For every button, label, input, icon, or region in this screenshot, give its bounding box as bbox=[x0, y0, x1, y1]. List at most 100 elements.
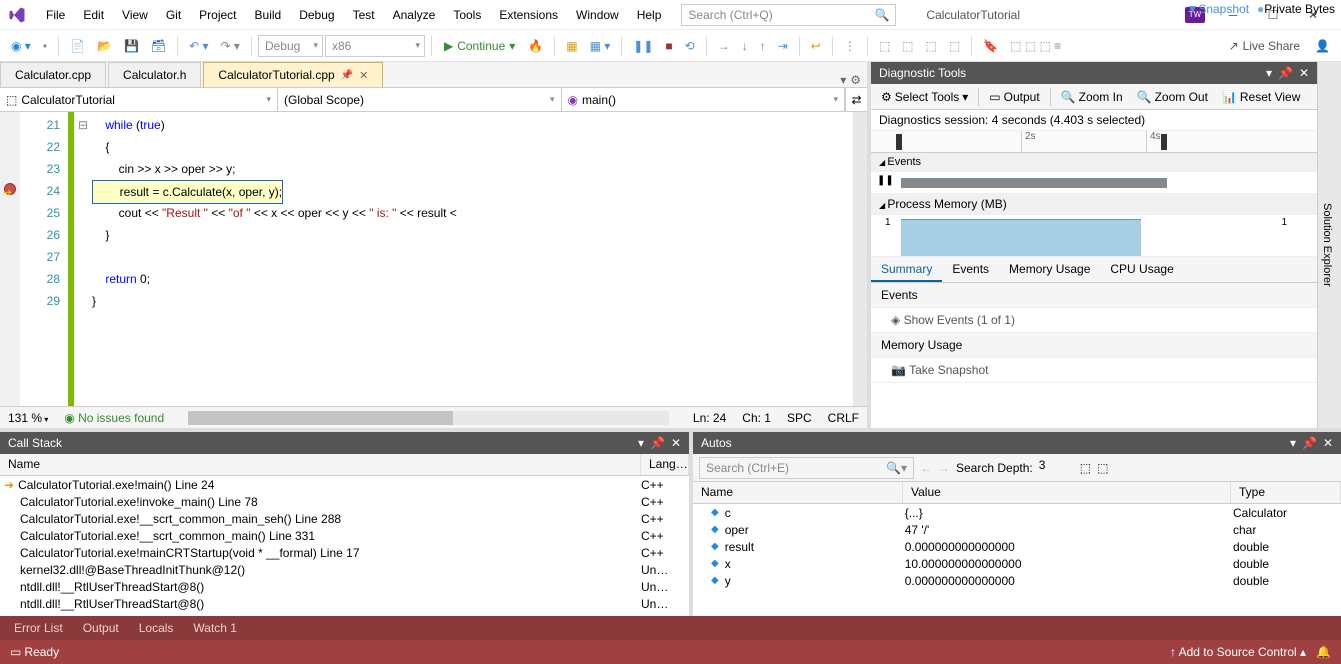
show-events-link[interactable]: ◈ Show Events (1 of 1) bbox=[871, 308, 1317, 333]
split-button[interactable]: ⇄ bbox=[845, 88, 867, 111]
reset-view-button[interactable]: 📊 Reset View bbox=[1216, 88, 1306, 106]
callstack-row[interactable]: ➜CalculatorTutorial.exe!main() Line 24C+… bbox=[0, 476, 689, 493]
issues-status[interactable]: ◉ No issues found bbox=[64, 411, 164, 425]
indent-button[interactable]: ⬚ bbox=[874, 36, 895, 56]
menu-extensions[interactable]: Extensions bbox=[491, 4, 566, 26]
save-all-button[interactable]: 🗃 bbox=[146, 36, 171, 56]
project-combo[interactable]: ⬚ CalculatorTutorial bbox=[0, 88, 278, 111]
callstack-row[interactable]: CalculatorTutorial.exe!__scrt_common_mai… bbox=[0, 527, 689, 544]
menu-test[interactable]: Test bbox=[345, 4, 383, 26]
function-combo[interactable]: ◉ main() bbox=[562, 88, 846, 111]
col-type[interactable]: Type bbox=[1231, 482, 1341, 503]
autos-row[interactable]: ◆oper47 '/'char bbox=[693, 521, 1341, 538]
diag-tab-cpu-usage[interactable]: CPU Usage bbox=[1100, 257, 1183, 282]
run-to-button[interactable]: ⇥ bbox=[773, 36, 793, 56]
menu-build[interactable]: Build bbox=[247, 4, 290, 26]
comment-button[interactable]: ⬚ bbox=[921, 36, 942, 56]
autos-row[interactable]: ◆result0.000000000000000double bbox=[693, 538, 1341, 555]
select-tools-button[interactable]: ⚙ Select Tools ▾ bbox=[875, 88, 974, 106]
step-over-button[interactable]: ↓ bbox=[737, 36, 753, 56]
search-box[interactable]: Search (Ctrl+Q) 🔍 bbox=[681, 4, 896, 26]
solution-explorer-tab[interactable]: Solution Explorer bbox=[1317, 62, 1341, 428]
autos-search[interactable]: Search (Ctrl+E)🔍▾ bbox=[699, 457, 914, 479]
col-value[interactable]: Value bbox=[903, 482, 1231, 503]
bottom-tab-watch-1[interactable]: Watch 1 bbox=[185, 618, 245, 638]
step-button[interactable]: ▦ bbox=[561, 36, 582, 56]
uncomment-button[interactable]: ⬚ bbox=[944, 36, 965, 56]
step-into-button[interactable]: → bbox=[713, 36, 735, 56]
zoom-out-button[interactable]: 🔍 Zoom Out bbox=[1131, 88, 1214, 106]
menu-view[interactable]: View bbox=[114, 4, 156, 26]
depth-dropdown[interactable]: 3 bbox=[1039, 458, 1074, 478]
pause-button[interactable]: ❚❚ bbox=[628, 36, 658, 56]
new-button[interactable]: 📄 bbox=[65, 36, 90, 56]
bottom-tab-locals[interactable]: Locals bbox=[131, 618, 182, 638]
callstack-row[interactable]: CalculatorTutorial.exe!invoke_main() Lin… bbox=[0, 493, 689, 510]
autos-row[interactable]: ◆c{...}Calculator bbox=[693, 504, 1341, 521]
code-editor[interactable]: ➜ 212223242526272829 ⊟ while (true) { ci… bbox=[0, 112, 867, 406]
tab-Calculator.h[interactable]: Calculator.h bbox=[108, 62, 201, 87]
scope-combo[interactable]: (Global Scope) bbox=[278, 88, 562, 111]
outdent-button[interactable]: ⬚ bbox=[897, 36, 918, 56]
menu-debug[interactable]: Debug bbox=[291, 4, 342, 26]
misc-button[interactable]: ⋮ bbox=[839, 36, 861, 56]
open-button[interactable]: 📂 bbox=[92, 36, 117, 56]
config-dropdown[interactable]: Debug bbox=[258, 35, 323, 57]
menu-help[interactable]: Help bbox=[629, 4, 670, 26]
bottom-tab-output[interactable]: Output bbox=[75, 618, 127, 638]
line-ending[interactable]: CRLF bbox=[828, 411, 859, 425]
nav-back-button[interactable]: ◉ ▾ bbox=[6, 36, 36, 56]
callstack-row[interactable]: ntdll.dll!__RtlUserThreadStart@8()Un… bbox=[0, 578, 689, 595]
callstack-row[interactable]: CalculatorTutorial.exe!mainCRTStartup(vo… bbox=[0, 544, 689, 561]
live-share-button[interactable]: ↗ Live Share bbox=[1221, 39, 1308, 53]
tab-CalculatorTutorial.cpp[interactable]: CalculatorTutorial.cpp📌✕ bbox=[203, 62, 383, 87]
events-section[interactable]: Events bbox=[871, 153, 1317, 172]
save-button[interactable]: 💾 bbox=[119, 36, 144, 56]
menu-project[interactable]: Project bbox=[191, 4, 244, 26]
zoom-level[interactable]: 131 % bbox=[8, 411, 48, 425]
nav-back-icon[interactable]: ← bbox=[920, 461, 932, 475]
notifications-icon[interactable]: 🔔 bbox=[1316, 645, 1331, 659]
bottom-tab-error-list[interactable]: Error List bbox=[6, 618, 71, 638]
indent-mode[interactable]: SPC bbox=[787, 411, 812, 425]
menu-window[interactable]: Window bbox=[568, 4, 627, 26]
feedback-button[interactable]: 👤 bbox=[1310, 36, 1335, 56]
menu-analyze[interactable]: Analyze bbox=[385, 4, 444, 26]
add-source-control[interactable]: ↑ Add to Source Control ▴ bbox=[1170, 645, 1306, 659]
tab-dropdown-icon[interactable]: ▾ bbox=[840, 73, 846, 87]
autos-row[interactable]: ◆x10.000000000000000double bbox=[693, 555, 1341, 572]
zoom-in-button[interactable]: 🔍 Zoom In bbox=[1055, 88, 1129, 106]
tab-gear-icon[interactable]: ⚙ bbox=[850, 73, 861, 87]
diag-tab-memory-usage[interactable]: Memory Usage bbox=[999, 257, 1100, 282]
h-scrollbar[interactable] bbox=[188, 411, 669, 425]
timeline[interactable]: 2s 4s bbox=[871, 131, 1317, 153]
nav-fwd-icon[interactable]: → bbox=[938, 461, 950, 475]
nav-fwd-button[interactable]: • bbox=[38, 36, 52, 56]
step-out-button[interactable]: ↑ bbox=[755, 36, 771, 56]
platform-dropdown[interactable]: x86 bbox=[325, 35, 425, 57]
callstack-row[interactable]: kernel32.dll!@BaseThreadInitThunk@12()Un… bbox=[0, 561, 689, 578]
dropdown-icon[interactable]: ▾ bbox=[1266, 66, 1272, 80]
diag-tab-summary[interactable]: Summary bbox=[871, 257, 942, 282]
stop-button[interactable]: ■ bbox=[660, 36, 677, 56]
tab-Calculator.cpp[interactable]: Calculator.cpp bbox=[0, 62, 106, 87]
col-lang[interactable]: Lang… bbox=[641, 454, 689, 475]
pin-icon[interactable]: 📌 bbox=[1278, 66, 1293, 80]
col-name[interactable]: Name bbox=[693, 482, 903, 503]
menu-git[interactable]: Git bbox=[158, 4, 189, 26]
filter-icon[interactable]: ⬚ bbox=[1080, 461, 1091, 475]
memory-section[interactable]: Process Memory (MB) ▼Snapshot ●Private B… bbox=[871, 194, 1317, 215]
output-button[interactable]: ▭ Output bbox=[983, 88, 1045, 106]
undo-button[interactable]: ↶ ▾ bbox=[184, 36, 213, 56]
take-snapshot-link[interactable]: 📷 Take Snapshot bbox=[871, 358, 1317, 383]
callstack-row[interactable]: CalculatorTutorial.exe!__scrt_common_mai… bbox=[0, 510, 689, 527]
close-icon[interactable]: ✕ bbox=[1299, 66, 1309, 80]
menu-edit[interactable]: Edit bbox=[75, 4, 112, 26]
solution-name[interactable]: CalculatorTutorial bbox=[916, 6, 1030, 24]
restart-button[interactable]: ⟲ bbox=[680, 36, 700, 56]
menu-file[interactable]: File bbox=[38, 4, 73, 26]
redo-button[interactable]: ↷ ▾ bbox=[216, 36, 245, 56]
diag-tab-events[interactable]: Events bbox=[942, 257, 999, 282]
back-nav-button[interactable]: ↩ bbox=[806, 36, 826, 56]
callstack-row[interactable]: ntdll.dll!__RtlUserThreadStart@8()Un… bbox=[0, 595, 689, 612]
